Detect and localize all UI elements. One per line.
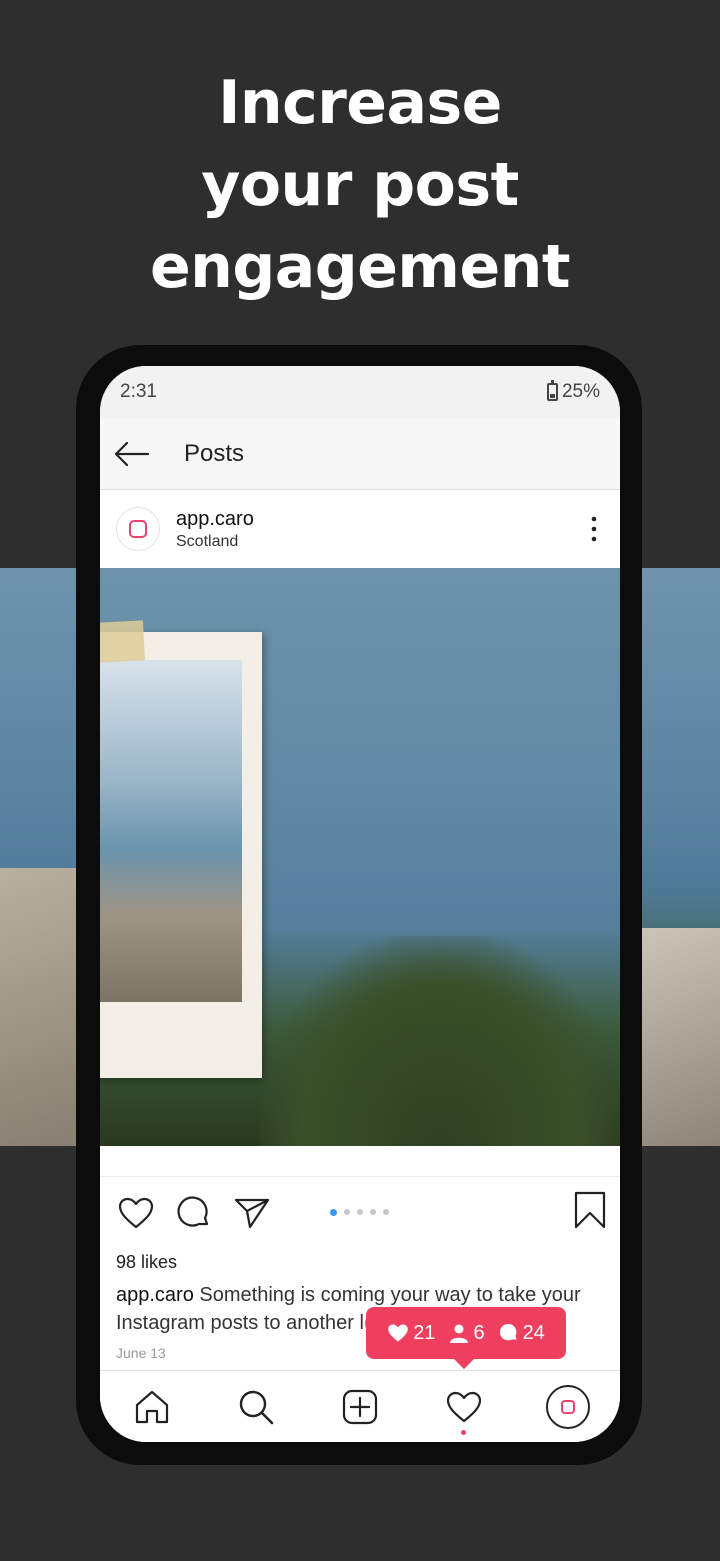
nav-activity[interactable] <box>440 1383 488 1435</box>
nav-profile[interactable] <box>544 1383 592 1431</box>
profile-logo-icon <box>561 1399 575 1414</box>
post-location[interactable]: Scotland <box>176 533 254 551</box>
arrow-left-icon <box>114 441 150 466</box>
like-button[interactable] <box>116 1193 156 1233</box>
comment-filled-icon <box>499 1323 517 1341</box>
comment-button[interactable] <box>174 1193 214 1233</box>
post-image[interactable] <box>100 568 620 1146</box>
bottom-navigation <box>100 1370 620 1442</box>
nav-add-post[interactable] <box>336 1383 384 1431</box>
activity-indicator-dot <box>461 1429 466 1435</box>
notif-comments-count: 24 <box>522 1321 545 1344</box>
avatar[interactable] <box>116 507 160 551</box>
bookmark-icon <box>574 1191 606 1229</box>
person-icon <box>450 1324 469 1343</box>
carousel-dot <box>370 1209 376 1215</box>
back-button[interactable] <box>112 434 152 474</box>
headline-line-2: your post <box>201 150 519 220</box>
headline-line-1: Increase <box>218 68 502 138</box>
notif-likes-count: 21 <box>413 1321 436 1344</box>
carousel-dot <box>357 1209 363 1215</box>
polaroid-photo <box>100 660 242 1002</box>
phone-screen: 2:31 25% Posts app.caro Scotland 98 like… <box>100 366 620 1442</box>
send-icon <box>234 1198 270 1228</box>
polaroid-frame <box>100 632 262 1078</box>
profile-logo-icon <box>129 520 147 538</box>
carousel-indicator <box>330 1209 389 1216</box>
carousel-dot <box>383 1209 389 1215</box>
trees <box>260 936 620 1146</box>
share-button[interactable] <box>232 1193 272 1233</box>
headline-line-3: engagement <box>149 232 571 302</box>
battery-level: 25% <box>561 381 600 402</box>
activity-notification-bubble[interactable]: 21 6 24 <box>366 1307 566 1369</box>
carousel-dot <box>344 1209 350 1215</box>
notif-comments: 24 <box>499 1322 545 1345</box>
notif-likes: 21 <box>387 1322 435 1345</box>
tape-strip <box>100 620 146 664</box>
nav-search[interactable] <box>232 1383 280 1431</box>
battery-icon <box>546 380 558 401</box>
likes-count[interactable]: 98 likes <box>100 1252 620 1273</box>
page-title: Posts <box>184 439 245 467</box>
more-vertical-icon[interactable] <box>590 514 598 544</box>
post-username[interactable]: app.caro <box>176 508 254 531</box>
post-actions <box>100 1176 620 1248</box>
app-bar: Posts <box>100 418 620 490</box>
notif-followers: 6 <box>449 1321 485 1345</box>
battery-indicator: 25% <box>546 380 600 403</box>
headline: Increase your post engagement <box>0 62 720 308</box>
heart-outline-icon <box>446 1391 482 1422</box>
status-bar: 2:31 25% <box>100 366 620 418</box>
status-time: 2:31 <box>120 381 157 402</box>
post-header: app.caro Scotland <box>100 490 620 568</box>
search-icon <box>239 1390 274 1424</box>
user-block: app.caro Scotland <box>176 508 254 551</box>
heart-filled-icon <box>388 1324 408 1342</box>
heart-outline-icon <box>118 1197 154 1228</box>
caption-username[interactable]: app.caro <box>116 1284 194 1306</box>
notif-followers-count: 6 <box>473 1321 485 1344</box>
save-button[interactable] <box>574 1191 606 1234</box>
carousel-dot <box>330 1209 337 1216</box>
home-icon <box>135 1390 169 1423</box>
plus-square-icon <box>342 1389 378 1424</box>
comment-icon <box>177 1196 209 1227</box>
profile-avatar <box>546 1384 590 1429</box>
nav-home[interactable] <box>128 1383 176 1431</box>
